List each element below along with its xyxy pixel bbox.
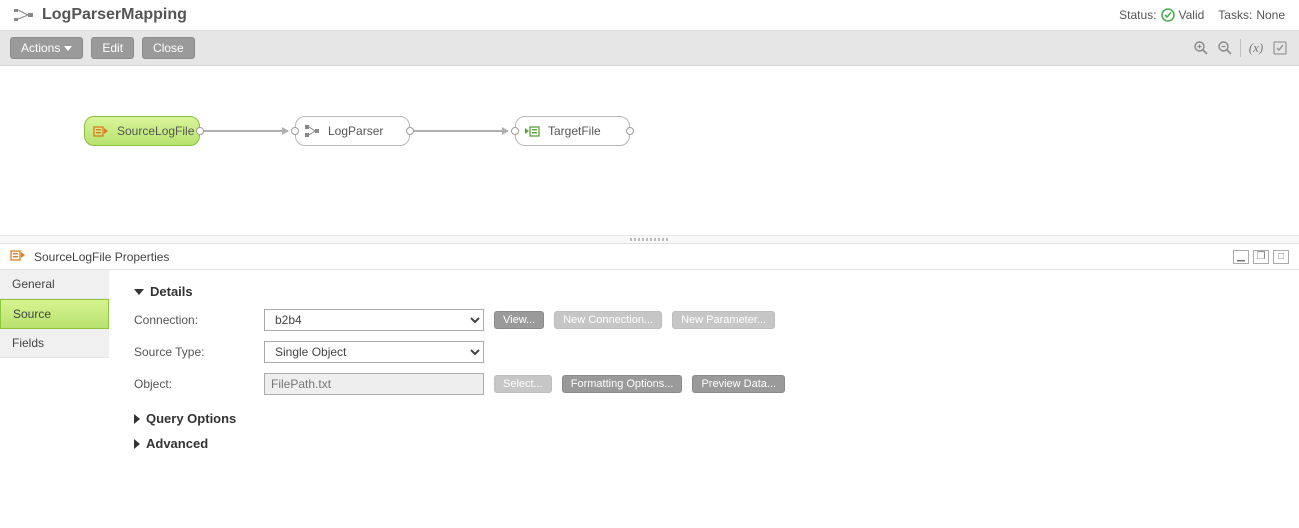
splitter-grip-icon — [630, 238, 670, 241]
select-object-button[interactable]: Select... — [494, 375, 552, 393]
formatting-options-button[interactable]: Formatting Options... — [562, 375, 683, 393]
properties-content: Details Connection: b2b4 View... New Con… — [110, 270, 1299, 500]
advanced-section-toggle[interactable]: Advanced — [134, 436, 1275, 451]
node-label: TargetFile — [548, 124, 601, 138]
maximize-panel-button[interactable]: □ — [1273, 250, 1289, 264]
query-options-label: Query Options — [146, 411, 236, 426]
output-port[interactable] — [406, 127, 414, 135]
object-label: Object: — [134, 377, 254, 391]
expand-icon — [134, 289, 144, 295]
zoom-out-icon[interactable] — [1216, 39, 1234, 57]
connection-select[interactable]: b2b4 — [264, 309, 484, 331]
tab-fields[interactable]: Fields — [0, 329, 109, 358]
input-port[interactable] — [511, 127, 519, 135]
source-icon — [93, 124, 109, 138]
object-field — [264, 373, 484, 395]
parameter-icon[interactable]: (x) — [1247, 39, 1265, 57]
preview-data-button[interactable]: Preview Data... — [692, 375, 785, 393]
details-section-toggle[interactable]: Details — [134, 284, 1275, 299]
mapping-canvas[interactable]: SourceLogFile LogParser TargetFile — [0, 66, 1299, 236]
toolbar-separator — [1240, 39, 1241, 57]
restore-panel-button[interactable]: ❐ — [1253, 250, 1269, 264]
tasks-value: None — [1256, 8, 1285, 22]
collapse-icon — [134, 439, 140, 449]
target-icon — [524, 124, 540, 138]
status-label: Status: — [1119, 8, 1156, 22]
new-connection-button[interactable]: New Connection... — [554, 311, 662, 329]
link-source-to-parser — [200, 130, 288, 132]
status-area: Status: Valid Tasks: None — [1119, 8, 1285, 22]
properties-header: SourceLogFile Properties ▁ ❐ □ — [0, 244, 1299, 270]
page-title: LogParserMapping — [42, 6, 187, 24]
actions-button[interactable]: Actions — [10, 37, 83, 59]
properties-body: General Source Fields Details Connection… — [0, 270, 1299, 500]
close-button[interactable]: Close — [142, 37, 195, 59]
zoom-in-icon[interactable] — [1192, 39, 1210, 57]
node-logparser[interactable]: LogParser — [295, 116, 410, 146]
node-label: SourceLogFile — [117, 124, 194, 138]
node-sourcelogfile[interactable]: SourceLogFile — [84, 116, 200, 146]
mapping-icon — [14, 7, 34, 23]
edit-button[interactable]: Edit — [91, 37, 134, 59]
output-port[interactable] — [626, 127, 634, 135]
tab-source[interactable]: Source — [0, 299, 109, 329]
dropdown-caret-icon — [64, 46, 72, 51]
validate-icon[interactable] — [1271, 39, 1289, 57]
advanced-label: Advanced — [146, 436, 208, 451]
link-parser-to-target — [410, 130, 508, 132]
input-port[interactable] — [291, 127, 299, 135]
query-options-section-toggle[interactable]: Query Options — [134, 411, 1275, 426]
minimize-panel-button[interactable]: ▁ — [1233, 250, 1249, 264]
properties-side-tabs: General Source Fields — [0, 270, 110, 500]
panel-splitter[interactable] — [0, 236, 1299, 244]
parser-icon — [304, 124, 320, 138]
new-parameter-button[interactable]: New Parameter... — [672, 311, 775, 329]
actions-label: Actions — [21, 41, 60, 55]
view-connection-button[interactable]: View... — [494, 311, 544, 329]
connection-label: Connection: — [134, 313, 254, 327]
output-port[interactable] — [196, 127, 204, 135]
toolbar: Actions Edit Close (x) — [0, 30, 1299, 66]
tasks-label: Tasks: — [1218, 8, 1252, 22]
details-label: Details — [150, 284, 193, 299]
collapse-icon — [134, 414, 140, 424]
status-value: Valid — [1179, 8, 1205, 22]
tab-general[interactable]: General — [0, 270, 109, 299]
page-header: LogParserMapping Status: Valid Tasks: No… — [0, 0, 1299, 28]
node-targetfile[interactable]: TargetFile — [515, 116, 630, 146]
valid-check-icon — [1161, 8, 1175, 22]
node-label: LogParser — [328, 124, 383, 138]
properties-title: SourceLogFile Properties — [34, 250, 169, 264]
source-icon — [10, 248, 26, 265]
source-type-select[interactable]: Single Object — [264, 341, 484, 363]
source-type-label: Source Type: — [134, 345, 254, 359]
